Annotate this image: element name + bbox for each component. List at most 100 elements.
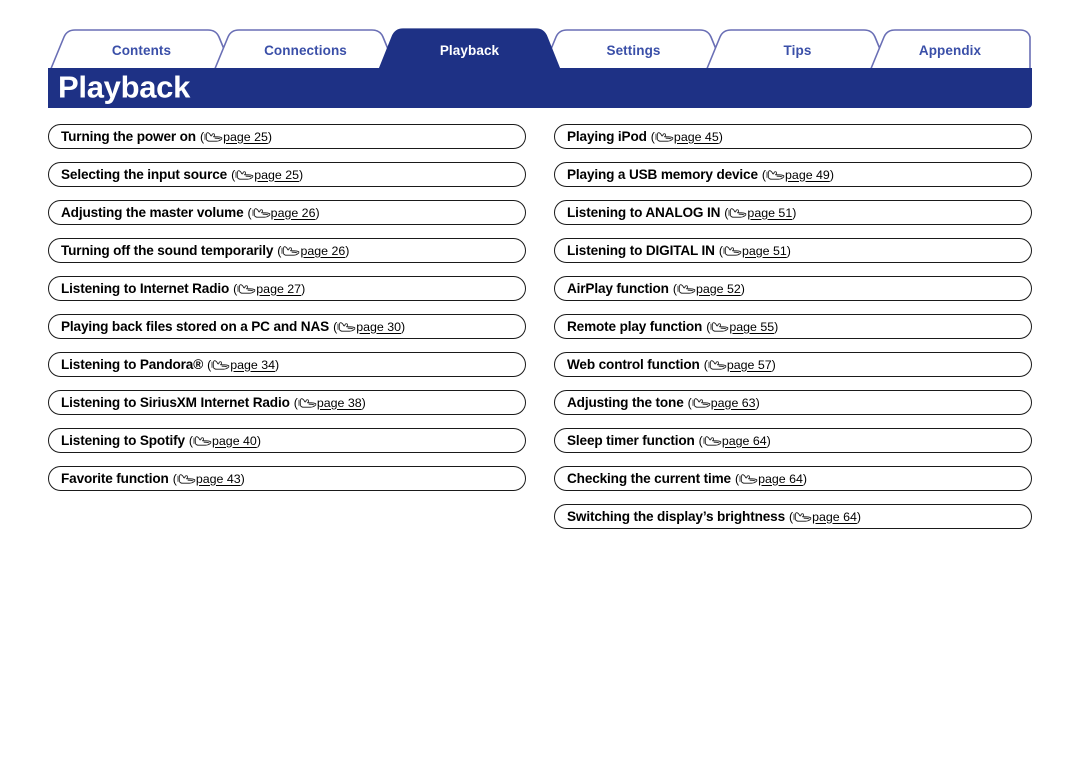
link-box[interactable]: Listening to Pandora®( page 34) (48, 352, 526, 377)
right-column: Playing iPod ( page 45) Playing a USB memo… (554, 124, 1032, 529)
reference-close-paren: ) (256, 433, 261, 448)
link-box[interactable]: Listening to SiriusXM Internet Radio ( pa… (48, 390, 526, 415)
page-link[interactable]: page 25 (254, 168, 299, 182)
link-box[interactable]: Playing iPod ( page 45) (554, 124, 1032, 149)
page-link[interactable]: page 45 (674, 130, 719, 144)
link-title: Favorite function (61, 471, 169, 486)
page-link[interactable]: page 55 (729, 320, 774, 334)
pointing-hand-icon (723, 245, 742, 256)
page-link[interactable]: page 34 (230, 358, 275, 372)
link-box[interactable]: Playing back files stored on a PC and NA… (48, 314, 526, 339)
tab-shape-connections[interactable] (213, 29, 398, 72)
left-column: Turning the power on( page 25) Selecting … (48, 124, 526, 529)
page-link[interactable]: page 64 (722, 434, 767, 448)
page-reference[interactable]: ( page 57) (704, 358, 776, 372)
page-link[interactable]: page 26 (300, 244, 345, 258)
link-box[interactable]: Adjusting the tone ( page 63) (554, 390, 1032, 415)
link-box[interactable]: Turning the power on ( page 25) (48, 124, 526, 149)
page-link[interactable]: page 64 (812, 510, 857, 524)
page-reference[interactable]: ( page 55) (706, 320, 778, 334)
page-link[interactable]: page 30 (356, 320, 401, 334)
link-title: Adjusting the tone (567, 395, 684, 410)
page-reference[interactable]: ( page 38) (294, 396, 366, 410)
page-link[interactable]: page 64 (758, 472, 803, 486)
page-link[interactable]: page 40 (212, 434, 257, 448)
link-box[interactable]: Switching the display’s brightness ( page… (554, 504, 1032, 529)
page-link[interactable]: page 43 (196, 472, 241, 486)
page-reference[interactable]: ( page 25) (231, 168, 303, 182)
page-reference[interactable]: ( page 26) (248, 206, 320, 220)
page-reference[interactable]: ( page 51) (724, 206, 796, 220)
pointing-hand-icon (766, 169, 785, 180)
reference-close-paren: ) (792, 205, 797, 220)
link-box[interactable]: Listening to ANALOG IN( page 51) (554, 200, 1032, 225)
link-box[interactable]: AirPlay function ( page 52) (554, 276, 1032, 301)
page-link[interactable]: page 52 (696, 282, 741, 296)
page-reference[interactable]: ( page 26) (277, 244, 349, 258)
link-box[interactable]: Listening to Internet Radio( page 27) (48, 276, 526, 301)
page-reference[interactable]: ( page 52) (673, 282, 745, 296)
page-reference[interactable]: ( page 25) (200, 130, 272, 144)
pointing-hand-icon (204, 131, 223, 142)
page-reference[interactable]: ( page 64) (699, 434, 771, 448)
pointing-hand-icon (692, 397, 711, 408)
reference-close-paren: ) (829, 167, 834, 182)
tab-shape-contents[interactable] (49, 29, 234, 72)
link-title: Listening to Internet Radio (61, 281, 230, 296)
page-link[interactable]: page 26 (271, 206, 316, 220)
page-link[interactable]: page 49 (785, 168, 830, 182)
link-box[interactable]: Playing a USB memory device ( page 49) (554, 162, 1032, 187)
link-box[interactable]: Checking the current time ( page 64) (554, 466, 1032, 491)
reference-close-paren: ) (345, 243, 350, 258)
page-title-banner: Playback (48, 68, 1032, 108)
page-reference[interactable]: ( page 34) (207, 358, 279, 372)
reference-close-paren: ) (740, 281, 745, 296)
page-link[interactable]: page 63 (711, 396, 756, 410)
link-box[interactable]: Turning off the sound temporarily( page … (48, 238, 526, 263)
reference-close-paren: ) (802, 471, 808, 486)
reference-close-paren: ) (299, 167, 304, 182)
tab-shape-tips[interactable] (705, 29, 890, 72)
link-title: Turning off the sound temporarily (61, 243, 274, 258)
link-title: Listening to Pandora® (61, 357, 204, 372)
page-link[interactable]: page 27 (256, 282, 301, 296)
page-reference[interactable]: ( page 30) (333, 320, 405, 334)
tab-shape-settings[interactable] (541, 29, 726, 72)
link-title: Selecting the input source (61, 167, 228, 182)
page-reference[interactable]: ( page 40) (189, 434, 261, 448)
page-link[interactable]: page 38 (317, 396, 362, 410)
reference-close-paren: ) (856, 509, 862, 524)
link-box[interactable]: Favorite function ( page 43) (48, 466, 526, 491)
link-box[interactable]: Adjusting the master volume ( page 26) (48, 200, 526, 225)
link-box[interactable]: Selecting the input source( page 25) (48, 162, 526, 187)
page-reference[interactable]: ( page 45) (651, 130, 723, 144)
link-title: Playing iPod (567, 129, 647, 144)
page-reference[interactable]: ( page 64) (789, 510, 861, 524)
tab-shape-playback-active[interactable] (377, 28, 562, 72)
page-reference[interactable]: ( page 63) (688, 396, 760, 410)
page-link[interactable]: page 51 (742, 244, 787, 258)
page-reference[interactable]: ( page 27) (233, 282, 305, 296)
reference-close-paren: ) (361, 395, 366, 410)
link-box[interactable]: Sleep timer function ( page 64) (554, 428, 1032, 453)
link-box[interactable]: Listening to DIGITAL IN ( page 51) (554, 238, 1032, 263)
page-link[interactable]: page 51 (747, 206, 792, 220)
page-link[interactable]: page 57 (727, 358, 772, 372)
pointing-hand-icon (237, 283, 256, 294)
page-reference[interactable]: ( page 51) (719, 244, 791, 258)
reference-close-paren: ) (315, 205, 320, 220)
link-title: Listening to ANALOG IN (567, 205, 721, 220)
link-box[interactable]: Web control function ( page 57) (554, 352, 1032, 377)
page-reference[interactable]: ( page 43) (173, 472, 245, 486)
pointing-hand-icon (710, 321, 729, 332)
link-box[interactable]: Listening to Spotify ( page 40) (48, 428, 526, 453)
page-reference[interactable]: ( page 64) (735, 472, 807, 486)
pointing-hand-icon (177, 473, 196, 484)
tab-shape-appendix[interactable] (869, 29, 1031, 72)
page-link[interactable]: page 25 (223, 130, 268, 144)
reference-close-paren: ) (766, 433, 771, 448)
link-title: Web control function (567, 357, 700, 372)
pointing-hand-icon (677, 283, 696, 294)
page-reference[interactable]: ( page 49) (762, 168, 834, 182)
link-box[interactable]: Remote play function( page 55) (554, 314, 1032, 339)
